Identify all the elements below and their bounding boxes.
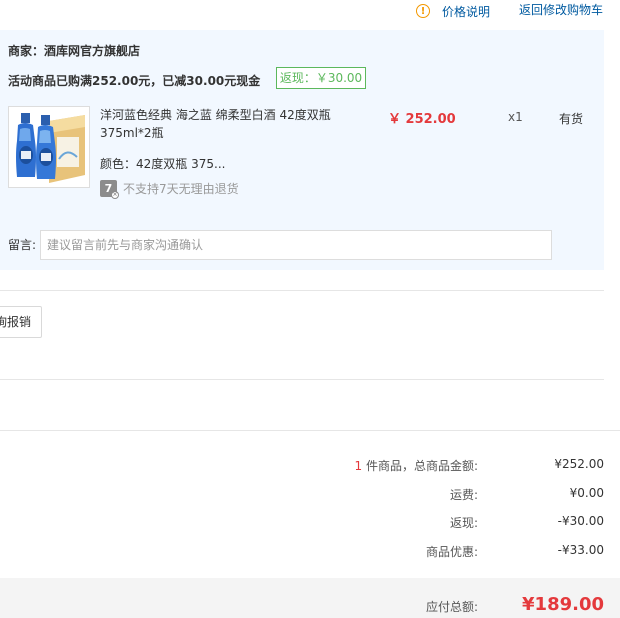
shipping-value: ¥0.00	[569, 486, 604, 500]
rebate-value: -¥30.00	[557, 514, 604, 528]
product-spec: 颜色：42度双瓶 375...	[100, 155, 225, 172]
payable-value: ¥189.00	[522, 594, 604, 615]
cross-mark-icon: ×	[111, 191, 119, 199]
price-info-label: 价格说明	[442, 4, 491, 19]
product-price: ￥ 252.00	[388, 112, 456, 127]
spec-value: 42度双瓶 375...	[136, 157, 226, 171]
discount-value: -¥33.00	[557, 543, 604, 557]
product-title-link[interactable]: 洋河蓝色经典 海之蓝 绵柔型白酒 42度双瓶375ml*2瓶	[100, 106, 340, 142]
note-label: 留言:	[8, 238, 37, 252]
product-thumbnail[interactable]	[8, 106, 90, 188]
goods-total-value: ¥252.00	[554, 457, 604, 471]
shipping-label: 运费:	[449, 488, 478, 502]
no-7day-return-icon: 7 ×	[100, 180, 119, 199]
divider	[0, 290, 604, 291]
goods-count-label: 件商品，总商品金额:	[365, 459, 478, 473]
rebate-label: 返现:	[449, 516, 478, 530]
divider	[0, 430, 620, 431]
divider	[0, 379, 604, 380]
shop-name: 商家：酒库网官方旗舰店	[8, 44, 141, 58]
return-policy-label: 不支持7天无理由退货	[123, 182, 239, 196]
back-to-cart-link[interactable]: 返回修改购物车	[519, 2, 603, 18]
payable-label: 应付总额:	[425, 600, 478, 614]
price-info-link[interactable]: ! 价格说明	[416, 2, 490, 20]
exclamation-circle-icon: !	[416, 4, 430, 18]
expense-reimburse-button[interactable]: 询报销	[0, 306, 42, 338]
liquor-gift-box-image	[9, 107, 89, 187]
spec-label: 颜色：	[100, 157, 137, 171]
note-input[interactable]	[40, 230, 552, 260]
rebate-badge: 返现：￥30.00	[276, 67, 366, 89]
stock-status: 有货	[559, 112, 584, 126]
product-quantity: x1	[508, 110, 523, 124]
discount-label: 商品优惠:	[425, 545, 478, 559]
promo-text: 活动商品已购满252.00元，已减30.00元现金	[8, 74, 261, 88]
return-policy: 7 × 不支持7天无理由退货	[100, 180, 239, 199]
item-count: 1	[354, 459, 363, 473]
goods-total-label: 1 件商品，总商品金额:	[354, 457, 478, 474]
